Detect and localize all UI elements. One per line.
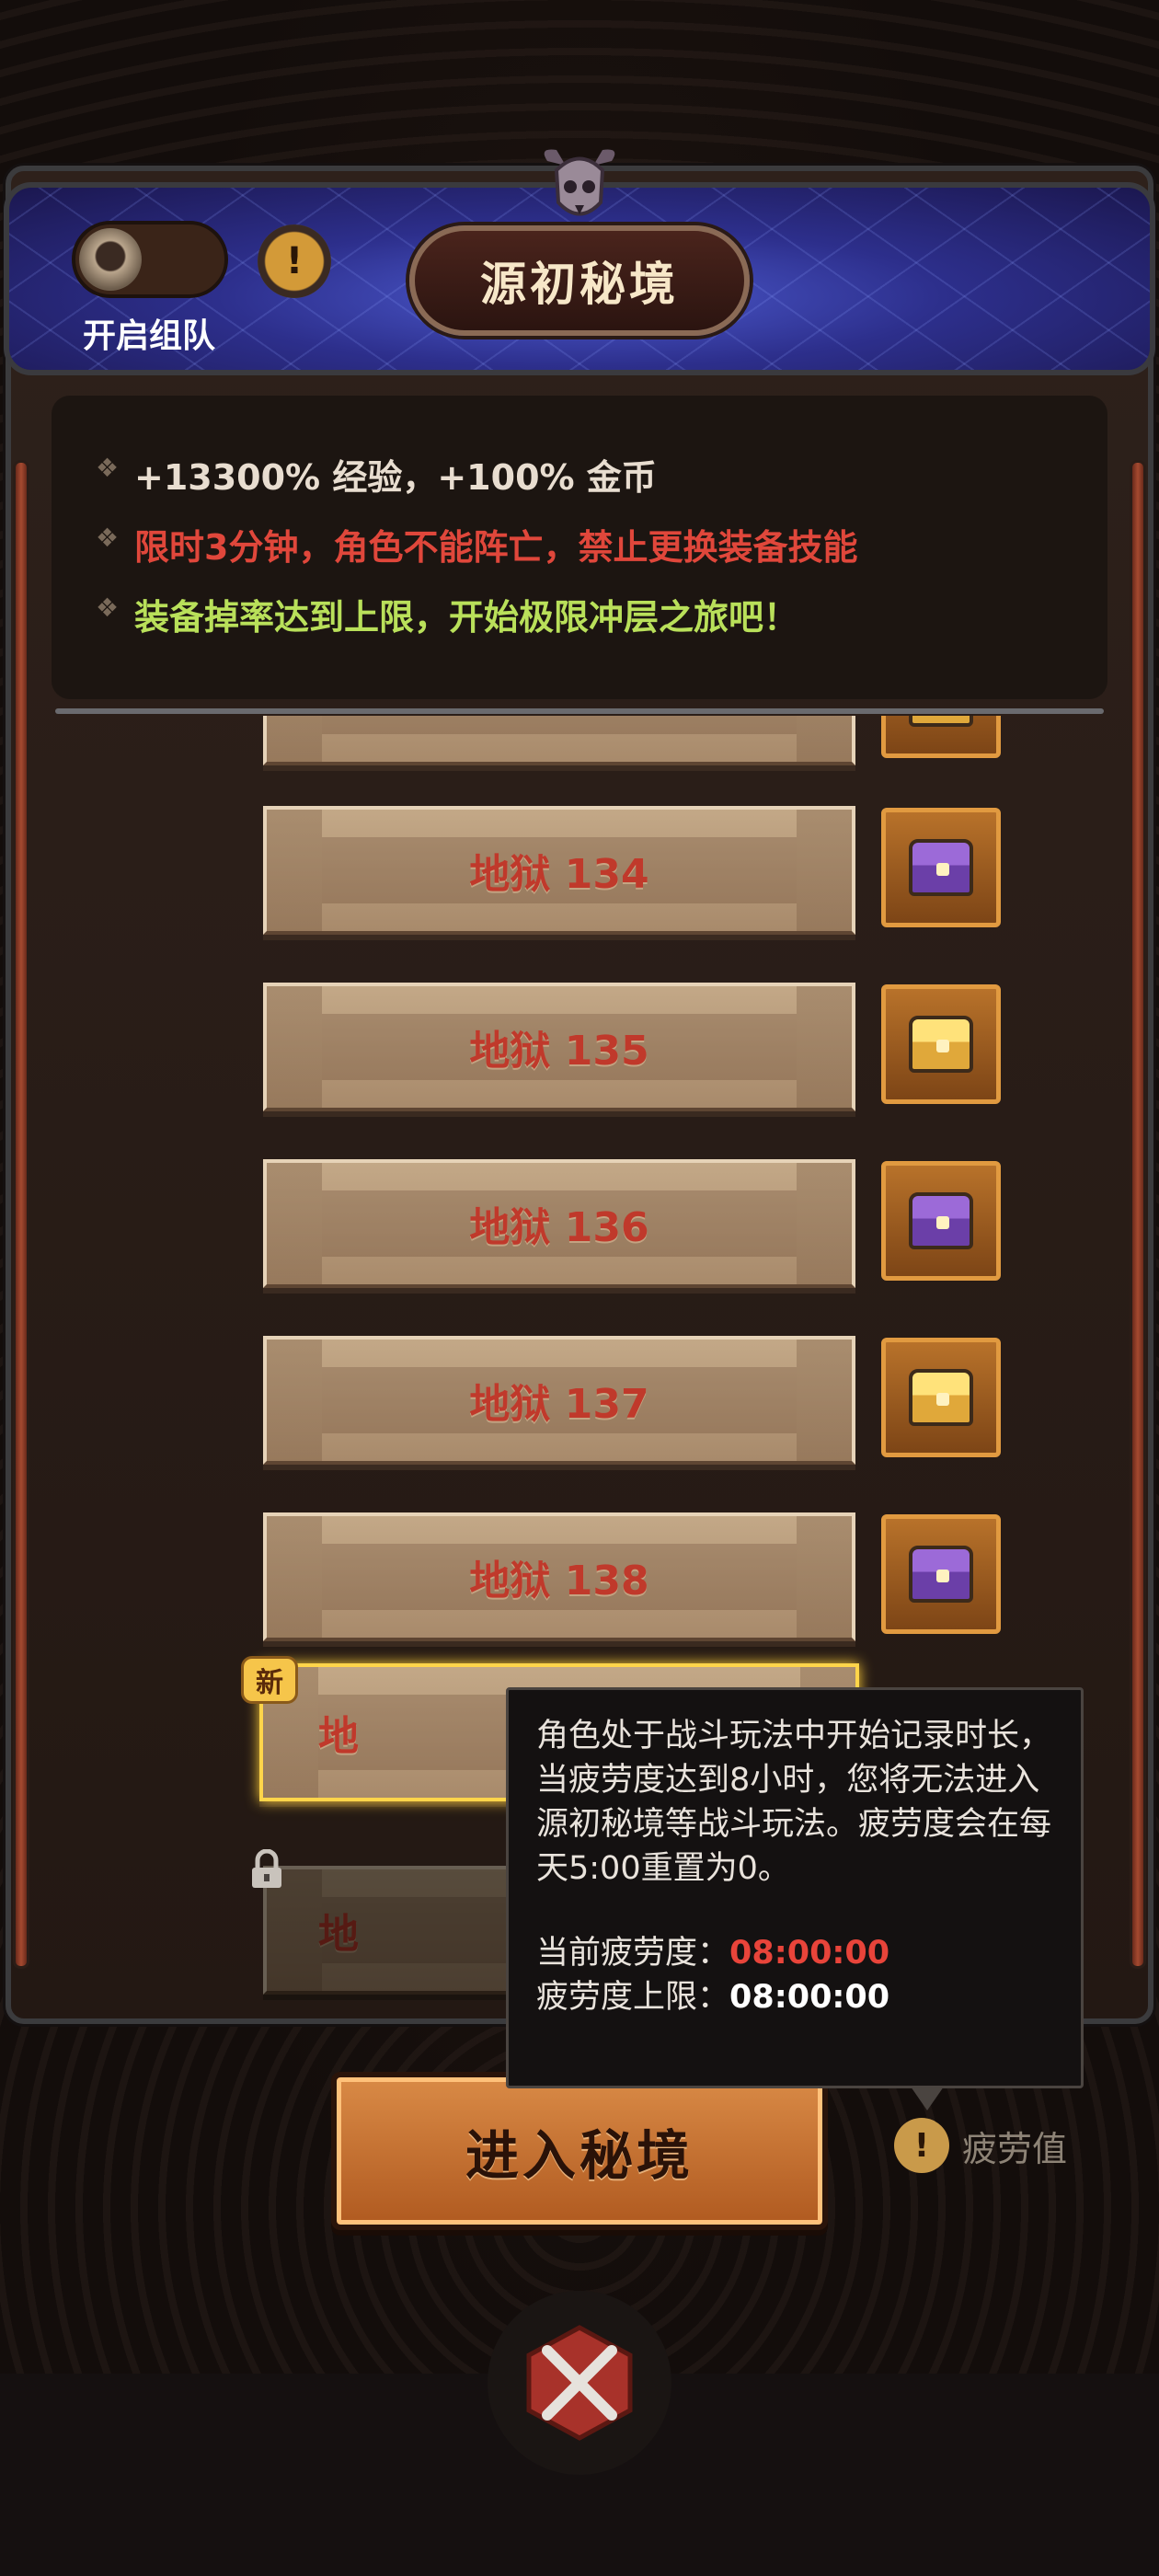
team-toggle[interactable]	[72, 221, 228, 298]
reward-chest-slot[interactable]	[881, 984, 1001, 1104]
info-line-exp: ❖ +13300% 经验，+100% 金币	[96, 449, 657, 500]
fatigue-label: 疲劳值	[962, 2128, 1068, 2169]
close-button[interactable]	[488, 2291, 671, 2475]
info-line-text: 装备掉率达到上限，开始极限冲层之旅吧！	[134, 597, 799, 638]
gold-chest-icon	[909, 716, 973, 727]
level-button[interactable]: 地狱 134	[263, 806, 855, 935]
tooltip-limit-value: 08:00:00	[729, 1979, 890, 2016]
tooltip-limit-label: 疲劳度上限：	[536, 1979, 730, 2016]
tooltip-description: 角色处于战斗玩法中开始记录时长，当疲劳度达到8小时，您将无法进入源初秘境等战斗玩…	[536, 1718, 1052, 1887]
purple-chest-icon	[909, 839, 973, 896]
level-button[interactable]	[263, 716, 855, 765]
level-label: 地	[318, 1911, 359, 1958]
lock-icon	[252, 1849, 281, 1888]
level-button[interactable]: 地狱 135	[263, 983, 855, 1111]
tooltip-current-value: 08:00:00	[729, 1935, 890, 1972]
info-icon[interactable]: !	[258, 224, 331, 298]
info-line-text: 限时3分钟，角色不能阵亡，禁止更换装备技能	[134, 527, 858, 568]
reward-chest-slot[interactable]	[881, 1514, 1001, 1634]
team-toggle-label: 开启组队	[83, 317, 216, 355]
page-title: 源初秘境	[409, 225, 750, 336]
skull-emblem-icon	[544, 149, 615, 216]
page-title-text: 源初秘境	[480, 258, 679, 311]
reward-chest-slot[interactable]	[881, 1161, 1001, 1281]
gold-chest-icon	[909, 1369, 973, 1426]
bullet-icon: ❖	[96, 592, 120, 623]
new-badge: 新	[241, 1656, 298, 1704]
level-button-inner	[322, 716, 797, 734]
level-button[interactable]: 地狱 136	[263, 1159, 855, 1288]
level-button[interactable]: 地狱 137	[263, 1336, 855, 1465]
info-line-droprate: ❖ 装备掉率达到上限，开始极限冲层之旅吧！	[96, 589, 799, 639]
level-label: 地	[318, 1713, 359, 1760]
fatigue-tooltip: 角色处于战斗玩法中开始记录时长，当疲劳度达到8小时，您将无法进入源初秘境等战斗玩…	[506, 1687, 1084, 2088]
frame-left-bar	[13, 460, 29, 1969]
level-button[interactable]: 地狱 138	[263, 1512, 855, 1641]
divider	[55, 708, 1104, 714]
level-row[interactable]: 地狱 134	[37, 806, 1122, 935]
level-row[interactable]: 地狱 136	[37, 1159, 1122, 1288]
level-label: 地狱 134	[469, 851, 649, 898]
purple-chest-icon	[909, 1192, 973, 1249]
reward-chest-slot[interactable]	[881, 1338, 1001, 1457]
fatigue-info[interactable]: ! 疲劳值	[894, 2118, 1067, 2173]
bullet-icon: ❖	[96, 523, 120, 553]
info-line-limit: ❖ 限时3分钟，角色不能阵亡，禁止更换装备技能	[96, 519, 858, 569]
level-label: 地狱 135	[469, 1028, 649, 1075]
level-row[interactable]: 地狱 138	[37, 1512, 1122, 1641]
frame-right-bar	[1130, 460, 1146, 1969]
reward-chest-slot[interactable]	[881, 716, 1001, 758]
bullet-icon: ❖	[96, 453, 120, 483]
tooltip-arrow	[911, 2087, 944, 2110]
tooltip-limit-row: 疲劳度上限：08:00:00	[536, 1975, 1053, 2019]
toggle-knob	[79, 228, 142, 291]
info-line-text: +13300% 经验，+100% 金币	[134, 457, 657, 498]
level-row[interactable]: 地狱 137	[37, 1336, 1122, 1465]
level-label: 地狱 137	[469, 1381, 649, 1428]
level-row[interactable]: 地狱 135	[37, 983, 1122, 1111]
tooltip-current-row: 当前疲劳度：08:00:00	[536, 1931, 1053, 1975]
close-icon	[526, 2325, 633, 2441]
reward-chest-slot[interactable]	[881, 808, 1001, 927]
gold-chest-icon	[909, 1016, 973, 1073]
level-label: 地狱 138	[469, 1558, 649, 1604]
purple-chest-icon	[909, 1546, 973, 1603]
enter-realm-label: 进入秘境	[465, 2124, 694, 2187]
level-row[interactable]	[37, 716, 1122, 765]
enter-realm-button[interactable]: 进入秘境	[331, 2072, 828, 2230]
tooltip-current-label: 当前疲劳度：	[536, 1935, 730, 1972]
exclamation-icon[interactable]: !	[894, 2118, 949, 2173]
level-label: 地狱 136	[469, 1204, 649, 1251]
